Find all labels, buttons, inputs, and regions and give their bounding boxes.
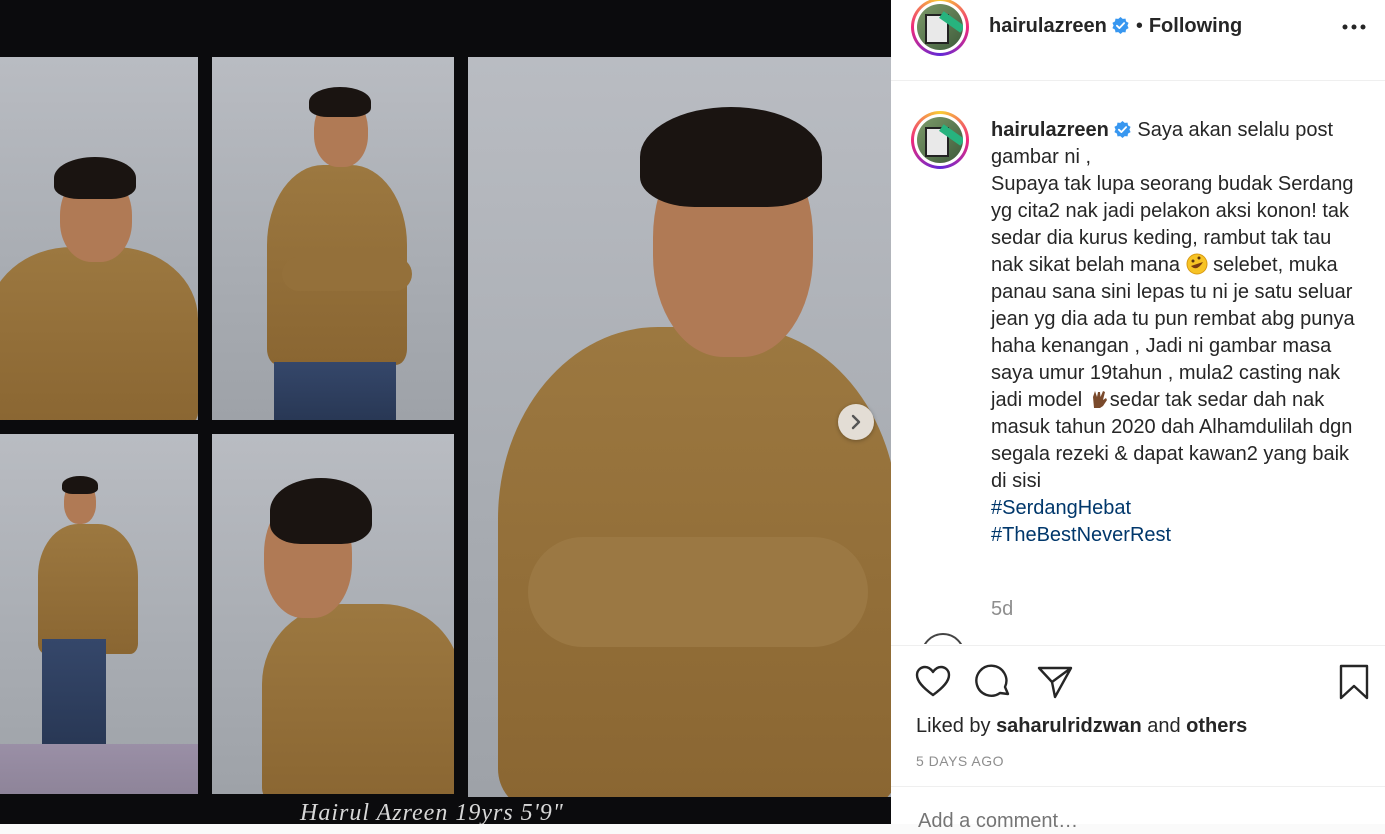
hashtag-link[interactable]: #TheBestNeverRest bbox=[991, 522, 1356, 549]
comments-section[interactable]: hairulazreen Saya akan selalu post gamba… bbox=[891, 81, 1385, 644]
caption-username[interactable]: hairulazreen bbox=[991, 119, 1109, 141]
photo-frame bbox=[468, 57, 891, 797]
paper-plane-icon[interactable] bbox=[1036, 663, 1074, 701]
rolling-laughing-emoji bbox=[1186, 253, 1208, 275]
post-author-username[interactable]: hairulazreen bbox=[989, 15, 1107, 37]
post-header: hairulazreen • Following bbox=[891, 0, 1385, 81]
caption-text-part2: selebet, muka panau sana sini lepas tu n… bbox=[991, 254, 1355, 411]
verified-badge-icon bbox=[1114, 120, 1131, 139]
post-photo[interactable]: Hairul Azreen 19yrs 5'9" bbox=[0, 0, 891, 824]
post-date[interactable]: 5 DAYS AGO bbox=[916, 753, 1004, 769]
following-button[interactable]: Following bbox=[1149, 15, 1242, 37]
caption-text-part1: Saya akan selalu post gambar ni , Supaya… bbox=[991, 119, 1354, 276]
bookmark-icon[interactable] bbox=[1335, 663, 1373, 701]
hashtag-link[interactable]: #SerdangHebat bbox=[991, 495, 1356, 522]
photo-frame bbox=[0, 57, 198, 420]
more-options-icon[interactable] bbox=[1341, 14, 1367, 40]
photo-caption: Hairul Azreen 19yrs 5'9" bbox=[300, 800, 564, 824]
photo-frame bbox=[212, 434, 454, 794]
caption-avatar[interactable] bbox=[911, 111, 969, 169]
add-comment-input[interactable] bbox=[916, 809, 1320, 834]
liked-by-user-link[interactable]: saharulridzwan bbox=[996, 715, 1142, 737]
photo-frame bbox=[0, 434, 198, 794]
header-separator: • bbox=[1135, 15, 1143, 37]
photo-frame bbox=[212, 57, 454, 420]
verified-badge-icon bbox=[1112, 16, 1129, 35]
next-photo-button[interactable] bbox=[838, 404, 874, 440]
next-comment-avatar bbox=[921, 633, 965, 644]
action-bar: Liked by saharulridzwan and others 5 DAY… bbox=[891, 645, 1385, 786]
liked-by-others-link[interactable]: others bbox=[1186, 715, 1247, 737]
heart-icon[interactable] bbox=[914, 663, 952, 701]
caption-timestamp[interactable]: 5d bbox=[991, 598, 1013, 621]
liked-by-and: and bbox=[1147, 715, 1181, 737]
vulcan-salute-emoji bbox=[1092, 391, 1107, 408]
liked-by-prefix: Liked by bbox=[916, 715, 991, 737]
post-caption: hairulazreen Saya akan selalu post gamba… bbox=[991, 117, 1356, 549]
post-details-panel: hairulazreen • Following hairulazreen Saya… bbox=[891, 0, 1385, 834]
profile-avatar[interactable] bbox=[911, 0, 969, 56]
comment-bubble-icon[interactable] bbox=[975, 663, 1013, 701]
likes-summary: Liked by saharulridzwan and others bbox=[916, 715, 1247, 738]
add-comment-bar bbox=[891, 786, 1385, 834]
chevron-right-icon bbox=[851, 414, 861, 430]
